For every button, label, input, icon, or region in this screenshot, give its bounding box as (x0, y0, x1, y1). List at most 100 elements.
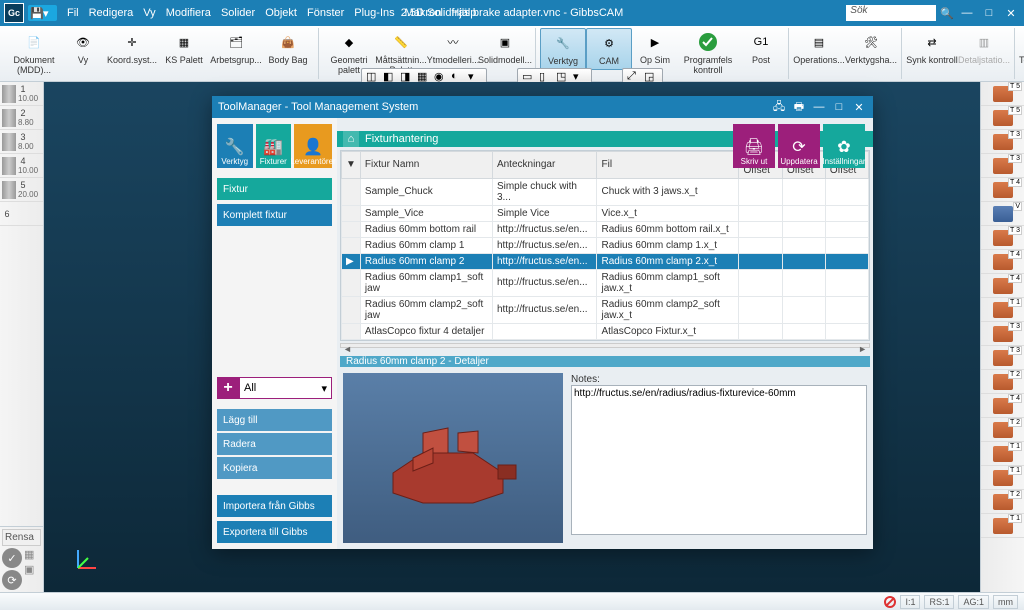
dialog-icon2[interactable]: 🖶 (791, 99, 807, 115)
sidebar-komplett[interactable]: Komplett fixtur (217, 204, 332, 226)
ribbon-synk[interactable]: ⇄Synk kontroll (906, 28, 958, 68)
table-row[interactable]: ▶Radius 60mm clamp 2http://fructus.se/en… (342, 253, 869, 269)
operation-slot[interactable]: T 4 (981, 274, 1024, 298)
viewport-3d[interactable]: ToolManager - Tool Management System 🖧 🖶… (44, 82, 980, 592)
maximize-button[interactable]: □ (980, 5, 998, 21)
menu-solider[interactable]: Solider (221, 7, 255, 19)
menu-fonster[interactable]: Fönster (307, 7, 344, 19)
operation-slot[interactable]: T 3 (981, 130, 1024, 154)
dialog-titlebar[interactable]: ToolManager - Tool Management System 🖧 🖶… (212, 96, 873, 118)
ribbon-vy[interactable]: 👁Vy (60, 28, 106, 68)
operation-slot[interactable]: T 5 (981, 82, 1024, 106)
col-name[interactable]: Fixtur Namn (360, 151, 492, 178)
table-row[interactable]: Radius 60mm bottom railhttp://fructus.se… (342, 221, 869, 237)
search-icon[interactable]: 🔍 (940, 7, 954, 20)
menu-fil[interactable]: Fil (67, 7, 79, 19)
ribbon-ytmodell[interactable]: 〰Ytmodelleri... (427, 28, 479, 68)
ribbon-cam[interactable]: ⚙CAM (586, 28, 632, 70)
menu-vy[interactable]: Vy (143, 7, 155, 19)
grid-hscroll[interactable] (340, 343, 870, 348)
operation-slot[interactable]: T 4 (981, 250, 1024, 274)
ribbon-bodybag[interactable]: 👜Body Bag (262, 28, 314, 68)
operation-slot[interactable]: T 3 (981, 346, 1024, 370)
action-radera[interactable]: Radera (217, 433, 332, 455)
ribbon-verktygsha[interactable]: 🛠Verktygsha... (845, 28, 897, 68)
search-input[interactable]: Sök (846, 5, 936, 21)
tool-slot[interactable]: 410.00 (0, 154, 43, 178)
operation-slot[interactable]: T 4 (981, 178, 1024, 202)
col-ant[interactable]: Anteckningar (492, 151, 597, 178)
ribbon-arbetsgrup[interactable]: 🗂Arbetsgrup... (210, 28, 262, 68)
ribbon-dokument[interactable]: 📄Dokument (MDD)... (8, 28, 60, 78)
table-row[interactable]: Radius 60mm clamp 1http://fructus.se/en.… (342, 237, 869, 253)
dialog-close[interactable]: ✕ (851, 99, 867, 115)
tool-slot[interactable]: 6 (0, 202, 43, 226)
rensa-check[interactable]: ✓ (2, 548, 22, 568)
tile-settings[interactable]: ✿Inställningar (823, 124, 865, 168)
ribbon-verktyg[interactable]: 🔧Verktyg (540, 28, 586, 70)
tab-verktyg[interactable]: 🔧Verktyg (217, 124, 253, 168)
tab-leverantorer[interactable]: 👤Leverantörer (294, 124, 332, 168)
operation-slot[interactable]: T 1 (981, 514, 1024, 538)
tab-fixturer[interactable]: 🏭Fixturer (256, 124, 292, 168)
table-row[interactable]: Radius 60mm clamp1_soft jawhttp://fructu… (342, 269, 869, 296)
menu-plugins[interactable]: Plug-Ins (354, 7, 394, 19)
rensa-opt1[interactable]: ▦ (24, 548, 34, 561)
tool-slot[interactable]: 38.00 (0, 130, 43, 154)
rensa-refresh[interactable]: ⟳ (2, 570, 22, 590)
dialog-minimize[interactable]: — (811, 99, 827, 115)
col-fil[interactable]: Fil (597, 151, 739, 178)
menu-modifiera[interactable]: Modifiera (166, 7, 211, 19)
menu-redigera[interactable]: Redigera (89, 7, 134, 19)
tool-slot[interactable]: 110.00 (0, 82, 43, 106)
operation-slot[interactable]: T 2 (981, 370, 1024, 394)
operation-slot[interactable]: T 1 (981, 442, 1024, 466)
tile-print[interactable]: 🖨Skriv ut (733, 124, 775, 168)
tool-slot[interactable]: 520.00 (0, 178, 43, 202)
sidebar-fixtur[interactable]: Fixtur (217, 178, 332, 200)
ribbon-koord[interactable]: ✛Koord.syst... (106, 28, 158, 68)
operation-slot[interactable]: T 3 (981, 322, 1024, 346)
table-row[interactable]: Radius 60mm clamp2_soft jawhttp://fructu… (342, 296, 869, 323)
action-export[interactable]: Exportera till Gibbs (217, 521, 332, 543)
dropdown-icon[interactable]: ▾ (43, 7, 55, 19)
ribbon-opsim[interactable]: ▶Op Sim (632, 28, 678, 68)
ribbon-post[interactable]: G1Post (738, 28, 784, 68)
dialog-maximize[interactable]: □ (831, 99, 847, 115)
operation-slot[interactable]: T 3 (981, 154, 1024, 178)
operation-slot[interactable]: T 4 (981, 394, 1024, 418)
action-kopiera[interactable]: Kopiera (217, 457, 332, 479)
operation-slot[interactable]: T 5 (981, 106, 1024, 130)
table-row[interactable]: Sample_ViceSimple ViceVice.x_t (342, 205, 869, 221)
ribbon-programfels[interactable]: Programfels kontroll (678, 28, 738, 78)
action-laggtill[interactable]: Lägg till (217, 409, 332, 431)
rensa-opt2[interactable]: ▣ (24, 563, 34, 576)
table-row[interactable]: AtlasCopco fixtur 4 detaljerAtlasCopco F… (342, 323, 869, 339)
add-button[interactable]: + (217, 377, 239, 399)
table-row[interactable]: Sample_ChuckSimple chuck with 3...Chuck … (342, 178, 869, 205)
operation-slot[interactable]: T 1 (981, 466, 1024, 490)
ribbon-ks-palett[interactable]: ▦KS Palett (158, 28, 210, 68)
ribbon-solidmodell[interactable]: ▣Solidmodell... (479, 28, 531, 68)
notes-textarea[interactable]: http://fructus.se/en/radius/radius-fixtu… (571, 385, 867, 535)
close-button[interactable]: ✕ (1002, 5, 1020, 21)
dialog-icon1[interactable]: 🖧 (771, 99, 787, 115)
ribbon-toolmanager[interactable]: ToolManager (1019, 28, 1024, 68)
operation-slot[interactable]: T 2 (981, 418, 1024, 442)
operation-slot[interactable]: T 1 (981, 298, 1024, 322)
add-filter-select[interactable]: All▾ (239, 377, 332, 399)
operation-slot[interactable]: V (981, 202, 1024, 226)
tool-slot[interactable]: 28.80 (0, 106, 43, 130)
operation-slot[interactable]: T 3 (981, 226, 1024, 250)
filter-icon[interactable]: ▼ (342, 151, 361, 178)
minimize-button[interactable]: — (958, 5, 976, 21)
action-import[interactable]: Importera från Gibbs (217, 495, 332, 517)
fixture-grid[interactable]: ▼ Fixtur Namn Anteckningar Fil X-Offset … (340, 150, 870, 341)
save-icon[interactable]: 💾 (30, 7, 42, 19)
home-icon[interactable]: ⌂ (343, 131, 359, 147)
ribbon-operations[interactable]: ▤Operations... (793, 28, 845, 68)
quick-access[interactable]: 💾 ▾ (28, 5, 57, 21)
menu-objekt[interactable]: Objekt (265, 7, 297, 19)
tile-update[interactable]: ⟳Uppdatera (778, 124, 820, 168)
operation-slot[interactable]: T 2 (981, 490, 1024, 514)
